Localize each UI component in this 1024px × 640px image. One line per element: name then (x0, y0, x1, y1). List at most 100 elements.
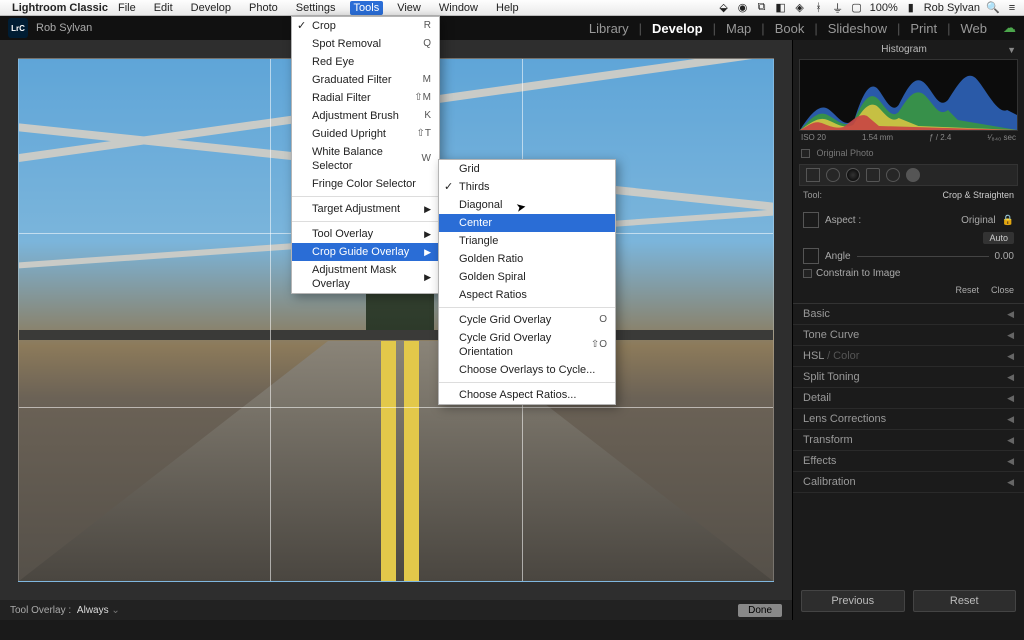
crop-tool-icon[interactable] (806, 168, 820, 182)
module-slideshow[interactable]: Slideshow (828, 21, 887, 36)
identity-username: Rob Sylvan (36, 22, 92, 34)
previous-button[interactable]: Previous (801, 590, 905, 612)
tools-menu-item[interactable]: Adjustment Mask Overlay▶ (292, 261, 439, 293)
panel-hsl-color[interactable]: HSL / Color◀ (793, 346, 1024, 367)
original-photo-checkbox[interactable] (801, 149, 810, 158)
crop-reset-button[interactable]: Reset (955, 285, 979, 295)
angle-value[interactable]: 0.00 (995, 251, 1014, 262)
module-web[interactable]: Web (961, 21, 988, 36)
wifi-icon[interactable]: ⏚ (832, 2, 844, 14)
graduated-tool-icon[interactable] (866, 168, 880, 182)
crop-guide-item[interactable]: Cycle Grid Overlay Orientation⇧O (439, 329, 615, 361)
tray-icon-1[interactable]: ⧉ (756, 2, 768, 14)
angle-slider[interactable] (857, 256, 989, 257)
menubar-username[interactable]: Rob Sylvan (924, 2, 980, 14)
notification-center-icon[interactable]: ≡ (1006, 2, 1018, 14)
tools-menu: ✓CropRSpot RemovalQRed EyeGraduated Filt… (291, 16, 440, 294)
panel-effects[interactable]: Effects◀ (793, 451, 1024, 472)
module-picker: Library| Develop| Map| Book| Slideshow| … (589, 20, 1016, 36)
module-map[interactable]: Map (726, 21, 751, 36)
menubar-tools[interactable]: Tools (350, 1, 384, 15)
crop-guide-item[interactable]: Cycle Grid OverlayO (439, 311, 615, 329)
menubar-photo[interactable]: Photo (245, 1, 282, 15)
angle-icon[interactable] (803, 248, 819, 264)
crop-guide-item[interactable]: Aspect Ratios (439, 286, 615, 304)
menubar-file[interactable]: File (114, 1, 140, 15)
tool-overlay-dropdown-icon[interactable]: ⌄ (111, 605, 119, 616)
aspect-value[interactable]: Original (961, 215, 995, 226)
panel-tone-curve[interactable]: Tone Curve◀ (793, 325, 1024, 346)
panel-lens-corrections[interactable]: Lens Corrections◀ (793, 409, 1024, 430)
tools-menu-item[interactable]: Target Adjustment▶ (292, 200, 439, 218)
aspect-lock-icon[interactable]: 🔒 (1002, 215, 1014, 226)
menubar-help[interactable]: Help (492, 1, 523, 15)
panel-basic[interactable]: Basic◀ (793, 304, 1024, 325)
battery-percent[interactable]: 100% (870, 2, 898, 14)
spotlight-icon[interactable]: 🔍 (987, 2, 999, 14)
crop-guide-submenu: Grid✓ThirdsDiagonalCenterTriangleGolden … (438, 159, 616, 405)
crop-guide-item[interactable]: Choose Aspect Ratios... (439, 386, 615, 404)
histogram-focal: 1.54 mm (862, 133, 893, 142)
spot-tool-icon[interactable] (826, 168, 840, 182)
tools-menu-item[interactable]: Adjustment BrushK (292, 107, 439, 125)
tools-menu-item[interactable]: Tool Overlay▶ (292, 225, 439, 243)
panel-calibration[interactable]: Calibration◀ (793, 472, 1024, 493)
crop-guide-item[interactable]: Grid (439, 160, 615, 178)
tools-menu-item[interactable]: ✓CropR (292, 17, 439, 35)
toolbar-footer: Tool Overlay : Always ⌄ Done (0, 600, 792, 620)
panel-transform[interactable]: Transform◀ (793, 430, 1024, 451)
crop-close-button[interactable]: Close (991, 285, 1014, 295)
menubar-develop[interactable]: Develop (187, 1, 235, 15)
module-develop[interactable]: Develop (652, 21, 703, 36)
panel-detail[interactable]: Detail◀ (793, 388, 1024, 409)
tools-menu-item[interactable]: Spot RemovalQ (292, 35, 439, 53)
sync-cloud-icon[interactable]: ☁ (1003, 20, 1016, 36)
aspect-icon[interactable] (803, 212, 819, 228)
histogram-shutter: ¹⁄₈₄₀ sec (987, 133, 1016, 142)
battery-icon[interactable]: ▮ (905, 2, 917, 14)
done-button[interactable]: Done (738, 604, 782, 617)
tool-overlay-value[interactable]: Always (77, 605, 109, 616)
tools-menu-item[interactable]: Fringe Color Selector (292, 175, 439, 193)
menubar-edit[interactable]: Edit (150, 1, 177, 15)
histogram-title[interactable]: Histogram (881, 44, 927, 55)
tools-menu-item[interactable]: Red Eye (292, 53, 439, 71)
tools-menu-item[interactable]: Guided Upright⇧T (292, 125, 439, 143)
module-print[interactable]: Print (910, 21, 937, 36)
airplay-icon[interactable]: ▢ (851, 2, 863, 14)
tools-menu-item[interactable]: White Balance SelectorW (292, 143, 439, 175)
bluetooth-icon[interactable]: ᚼ (813, 2, 825, 14)
constrain-checkbox[interactable] (803, 269, 812, 278)
tools-menu-item[interactable]: Radial Filter⇧M (292, 89, 439, 107)
brush-tool-icon[interactable] (906, 168, 920, 182)
module-book[interactable]: Book (775, 21, 805, 36)
auto-straighten-button[interactable]: Auto (983, 232, 1014, 244)
histogram-chart[interactable] (799, 59, 1018, 131)
angle-label: Angle (825, 251, 851, 262)
crop-guide-item[interactable]: Golden Spiral (439, 268, 615, 286)
creative-cloud-icon[interactable]: ◉ (737, 2, 749, 14)
crop-guide-item[interactable]: Center (439, 214, 615, 232)
dropbox-icon[interactable]: ⬙ (718, 2, 730, 14)
redeye-tool-icon[interactable] (846, 168, 860, 182)
tray-icon-3[interactable]: ◈ (794, 2, 806, 14)
crop-guide-item[interactable]: Triangle (439, 232, 615, 250)
reset-button[interactable]: Reset (913, 590, 1017, 612)
crop-guide-item[interactable]: ✓Thirds (439, 178, 615, 196)
menubar-view[interactable]: View (393, 1, 425, 15)
menubar-settings[interactable]: Settings (292, 1, 340, 15)
tools-menu-item[interactable]: Graduated FilterM (292, 71, 439, 89)
panel-split-toning[interactable]: Split Toning◀ (793, 367, 1024, 388)
tray-icon-2[interactable]: ◧ (775, 2, 787, 14)
lrc-logo-icon: LrC (8, 18, 28, 38)
histogram-aperture: ƒ / 2.4 (929, 133, 951, 142)
crop-guide-item[interactable]: Golden Ratio (439, 250, 615, 268)
histogram-disclosure-icon[interactable]: ▼ (1007, 45, 1016, 55)
menubar-tray: ⬙ ◉ ⧉ ◧ ◈ ᚼ ⏚ ▢ 100% ▮ Rob Sylvan 🔍 ≡ (718, 2, 1018, 14)
module-library[interactable]: Library (589, 21, 629, 36)
menubar-app-name[interactable]: Lightroom Classic (12, 2, 108, 14)
crop-guide-item[interactable]: Choose Overlays to Cycle... (439, 361, 615, 379)
menubar-window[interactable]: Window (435, 1, 482, 15)
tools-menu-item[interactable]: Crop Guide Overlay▶ (292, 243, 439, 261)
radial-tool-icon[interactable] (886, 168, 900, 182)
